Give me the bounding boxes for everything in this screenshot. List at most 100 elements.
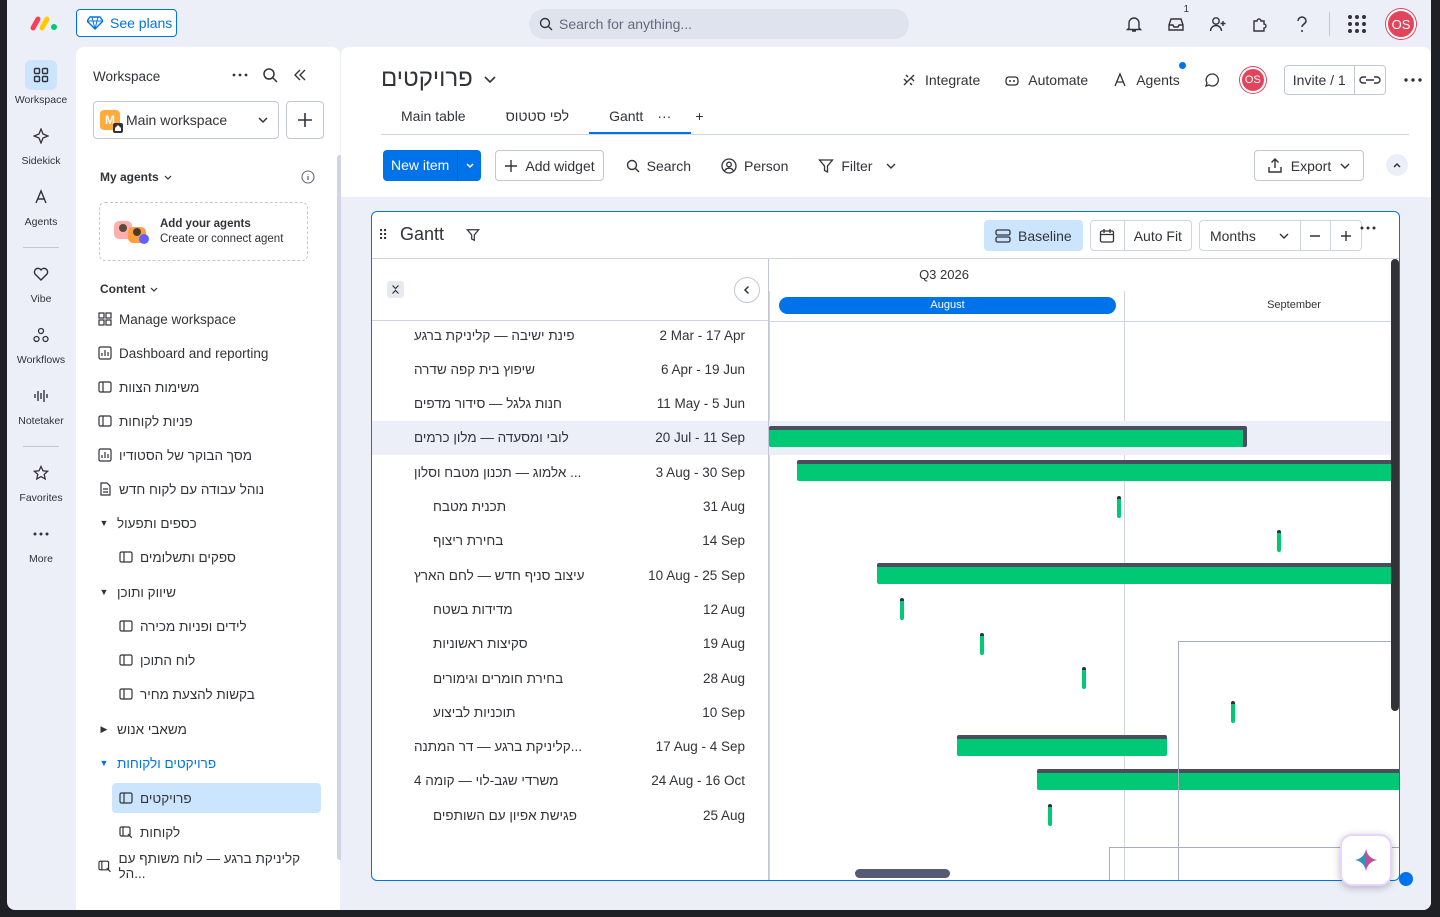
- gantt-subitem-row[interactable]: בחירת ריצוף 14 Sep: [372, 524, 768, 558]
- rail-workflows[interactable]: Workflows: [7, 320, 75, 366]
- rail-favorites[interactable]: Favorites: [7, 458, 75, 504]
- nav-customer-requests[interactable]: פניות לקוחות: [98, 406, 323, 436]
- monday-logo[interactable]: [29, 12, 59, 34]
- scroll-left-chevron-icon[interactable]: [734, 277, 760, 303]
- copy-link-icon[interactable]: [1355, 72, 1385, 88]
- my-agents-header[interactable]: My agents: [100, 170, 315, 184]
- collapse-all-icon[interactable]: [387, 281, 404, 298]
- gantt-bar[interactable]: [769, 425, 1247, 447]
- drag-handle-icon[interactable]: ⠿: [378, 227, 388, 244]
- add-agents-card[interactable]: Add your agents Create or connect agent: [99, 202, 308, 261]
- updates-chat-icon[interactable]: [1192, 65, 1232, 95]
- board-title[interactable]: פרויקטים: [381, 65, 497, 93]
- zoom-in-plus-icon[interactable]: [1331, 221, 1361, 250]
- export-button[interactable]: Export: [1254, 150, 1364, 181]
- rail-sidekick[interactable]: Sidekick: [7, 121, 75, 167]
- board-owner-avatar[interactable]: OS: [1239, 67, 1266, 93]
- workspace-selector[interactable]: M Main workspace: [93, 101, 279, 139]
- apps-puzzle-icon[interactable]: [1239, 9, 1281, 39]
- rail-notetaker[interactable]: Notetaker: [7, 381, 75, 427]
- auto-fit-button[interactable]: Auto Fit: [1125, 221, 1191, 250]
- gantt-milestone[interactable]: [1082, 667, 1086, 689]
- add-widget-button[interactable]: Add widget: [495, 150, 604, 181]
- filter-button[interactable]: Filter: [810, 150, 905, 181]
- timescale-select[interactable]: Months: [1200, 221, 1301, 250]
- notifications-bell-icon[interactable]: [1113, 9, 1155, 39]
- agents-button[interactable]: Agents: [1100, 62, 1192, 95]
- caret-right-icon[interactable]: ▶: [98, 724, 110, 735]
- gantt-subitem-row[interactable]: סקיצות ראשוניות 19 Aug: [372, 627, 768, 661]
- nav-folder-hr[interactable]: ▶ משאבי אנוש: [98, 714, 323, 744]
- global-search-input[interactable]: Search for anything...: [529, 9, 909, 39]
- gantt-subitem-row[interactable]: פגישת אפיון עם השותפים 25 Aug: [372, 798, 768, 832]
- gantt-item-row[interactable]: פינת ישיבה — קליניקת ברגע 2 Mar - 17 Apr: [372, 318, 768, 352]
- gantt-item-row[interactable]: אלמוג — תכנון מטבח וסלון ... 3 Aug - 30 S…: [372, 455, 768, 489]
- collapse-header-chevron-up-icon[interactable]: [1386, 154, 1408, 176]
- new-item-dropdown-chevron-icon[interactable]: [457, 150, 481, 181]
- gantt-subitem-row[interactable]: תכנית מטבח 31 Aug: [372, 490, 768, 524]
- calendar-today-icon[interactable]: [1091, 221, 1125, 250]
- rail-agents[interactable]: Agents: [7, 182, 75, 228]
- caret-down-icon[interactable]: ▼: [98, 518, 110, 528]
- gantt-item-row[interactable]: חנות גלגל — סידור מדפים 11 May - 5 Jun: [372, 387, 768, 421]
- nav-quote-requests[interactable]: בקשות להצעת מחיר: [119, 679, 324, 709]
- gantt-item-row[interactable]: קליניקת ברגע — דר המתנה... 17 Aug - 4 Sep: [372, 730, 768, 764]
- tab-main-table[interactable]: Main table: [381, 103, 486, 134]
- caret-down-icon[interactable]: ▼: [98, 587, 110, 597]
- sidekick-fab-button[interactable]: [1340, 834, 1392, 886]
- nav-content-board[interactable]: לוח התוכן: [119, 645, 324, 675]
- collapse-panel-icon[interactable]: [292, 67, 308, 83]
- chevron-down-icon[interactable]: [885, 160, 897, 172]
- gantt-vertical-scrollbar[interactable]: [1391, 259, 1399, 711]
- info-icon[interactable]: [301, 170, 315, 184]
- baseline-toggle[interactable]: Baseline: [984, 220, 1083, 251]
- gantt-item-row[interactable]: עיצוב סניף חדש — לחם הארץ 10 Aug - 25 Sep: [372, 558, 768, 592]
- person-filter-button[interactable]: Person: [713, 150, 796, 181]
- gantt-subitem-row[interactable]: בחירת חומרים וגימורים 28 Aug: [372, 661, 768, 695]
- more-options-icon[interactable]: [232, 67, 248, 83]
- gantt-bar[interactable]: [877, 563, 1399, 585]
- rail-workspace[interactable]: Workspace: [7, 60, 75, 106]
- gantt-subitem-row[interactable]: תוכניות לביצוע 10 Sep: [372, 695, 768, 729]
- nav-suppliers-payments[interactable]: ספקים ותשלומים: [119, 542, 324, 572]
- search-icon[interactable]: [262, 67, 278, 83]
- gantt-item-row[interactable]: משרדי שגב-לוי — קומה 4 24 Aug - 16 Oct: [372, 764, 768, 798]
- see-plans-button[interactable]: See plans: [76, 9, 177, 37]
- tab-gantt[interactable]: Gantt ···: [589, 103, 692, 134]
- gantt-subitem-row[interactable]: מדידות בשטח 12 Aug: [372, 592, 768, 626]
- caret-down-icon[interactable]: ▼: [98, 758, 110, 768]
- zoom-out-minus-icon[interactable]: [1301, 221, 1331, 250]
- nav-team-tasks[interactable]: משימות הצוות: [98, 372, 323, 402]
- gantt-milestone[interactable]: [1117, 495, 1121, 518]
- nav-clients[interactable]: לקוחות: [119, 817, 324, 847]
- help-icon[interactable]: [1281, 9, 1323, 39]
- nav-shared-board[interactable]: קליניקת ברגע — לוח משותף עם הל...: [98, 851, 323, 881]
- gantt-milestone[interactable]: [900, 598, 904, 621]
- gantt-milestone[interactable]: [1048, 804, 1052, 827]
- inbox-icon[interactable]: 1: [1155, 4, 1197, 39]
- rail-more[interactable]: More: [7, 519, 75, 565]
- board-search-button[interactable]: Search: [618, 150, 699, 181]
- nav-projects[interactable]: פרויקטים: [112, 783, 321, 813]
- new-item-button[interactable]: New item: [383, 150, 482, 181]
- nav-folder-finance[interactable]: ▼ כספים ותפעול: [98, 508, 323, 538]
- gantt-bar[interactable]: [797, 460, 1399, 482]
- tab-by-status[interactable]: לפי סטטוס: [486, 103, 589, 134]
- nav-studio-morning[interactable]: מסך הבוקר של הסטודיו: [98, 440, 323, 470]
- add-item-button[interactable]: [286, 101, 324, 139]
- invite-button[interactable]: Invite / 1: [1283, 65, 1386, 95]
- gantt-horizontal-scrollbar[interactable]: [855, 869, 950, 878]
- nav-new-client-procedure[interactable]: נוהל עבודה עם לקוח חדש: [98, 474, 323, 504]
- nav-manage-workspace[interactable]: Manage workspace: [98, 304, 323, 334]
- integrate-button[interactable]: Integrate: [889, 65, 992, 95]
- more-options-icon[interactable]: [1404, 78, 1422, 82]
- nav-folder-projects-clients[interactable]: ▼ פרויקטים ולקוחות: [98, 748, 323, 778]
- nav-folder-marketing[interactable]: ▼ שיווק ותוכן: [98, 577, 323, 607]
- gantt-milestone[interactable]: [1277, 529, 1281, 552]
- nav-leads[interactable]: לידים ופניות מכירה: [119, 611, 324, 641]
- rail-vibe[interactable]: Vibe: [7, 259, 75, 305]
- product-switcher-grid-icon[interactable]: [1336, 9, 1378, 39]
- user-avatar[interactable]: OS: [1386, 9, 1416, 39]
- invite-members-icon[interactable]: [1197, 9, 1239, 39]
- tab-options-icon[interactable]: ···: [657, 108, 671, 132]
